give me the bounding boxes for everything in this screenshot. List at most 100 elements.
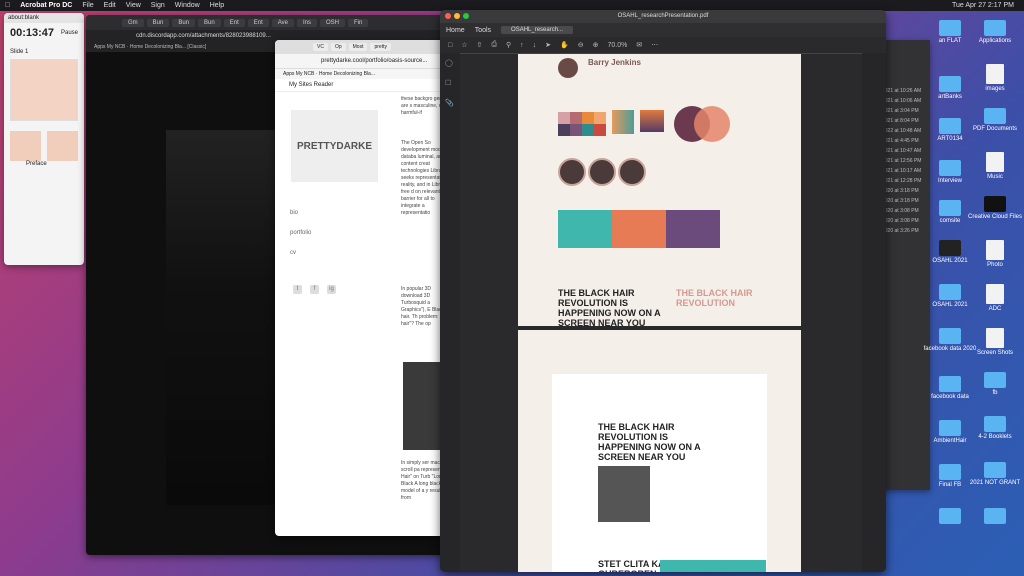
portrait-circle	[558, 158, 586, 186]
nav-bio[interactable]: bio	[290, 210, 298, 216]
slide-thumbnail[interactable]	[10, 131, 41, 161]
pdf-page: Barry Jenkins THE BLACK HAIR REVOLUTION …	[518, 54, 801, 328]
pdf-toolbar: □ ☆ ⇧ ⎙ ⚲ ↑ ↓ ➤ ✋ ⊖ ⊕ 70.0% ✉ ⋯	[440, 37, 886, 54]
menu-file[interactable]: File	[82, 2, 93, 9]
folder-icon[interactable]: OSAHL 2021	[920, 240, 980, 264]
browser-tab[interactable]: Ave	[271, 18, 294, 27]
browser-tab[interactable]: Bun	[146, 18, 170, 27]
minimize-button[interactable]	[454, 13, 460, 19]
slide-card	[552, 374, 767, 572]
pdf-page: THE BLACK HAIR REVOLUTION IS HAPPENING N…	[518, 330, 801, 572]
browser-tab[interactable]: Fin	[348, 18, 369, 27]
folder-icon[interactable]: facebook data	[920, 376, 980, 400]
right-tools-pane	[862, 53, 886, 572]
browser-tab[interactable]: OSH	[320, 18, 346, 27]
save-icon[interactable]: □	[448, 42, 452, 49]
bookmarks-bar[interactable]: Apps My NCB · Home Decolonizing Bla...	[275, 69, 447, 79]
portrait-circle	[588, 158, 616, 186]
bookmark-star-icon[interactable]: ☆	[461, 41, 467, 49]
browser-tab[interactable]: Bun	[198, 18, 221, 27]
browser-tab[interactable]: Most	[348, 43, 368, 51]
current-slide-thumbnail[interactable]	[10, 59, 78, 121]
home-tab[interactable]: Home	[446, 27, 465, 34]
folder-icon[interactable]: Interview	[920, 160, 980, 184]
page-up-icon[interactable]: ↑	[520, 42, 524, 49]
color-swatch	[594, 124, 606, 136]
attachments-icon[interactable]: 📎	[440, 93, 460, 113]
folder-icon[interactable]: comsite	[920, 200, 980, 224]
nav-portfolio[interactable]: portfolio	[290, 230, 311, 236]
print-icon[interactable]: ⎙	[491, 41, 497, 49]
folder-icon[interactable]	[920, 508, 980, 526]
address-bar[interactable]: prettydarke.cool/portfolio/oasis-source.…	[275, 54, 447, 69]
duotone-photo	[612, 210, 666, 248]
zoom-in-icon[interactable]: ⊕	[593, 41, 599, 49]
browser-tab[interactable]: Ent	[223, 18, 245, 27]
color-swatch	[594, 112, 606, 124]
twitter-icon[interactable]: t	[293, 285, 302, 294]
browser-tab[interactable]: Op	[330, 43, 346, 51]
hand-tool-icon[interactable]: ✋	[560, 41, 569, 49]
profile-photo	[558, 58, 578, 78]
menu-window[interactable]: Window	[175, 2, 200, 9]
folder-icon[interactable]: Final FB	[920, 464, 980, 488]
menu-help[interactable]: Help	[210, 2, 224, 9]
close-button[interactable]	[445, 13, 451, 19]
menubar-clock[interactable]: Tue Apr 27 2:17 PM	[952, 2, 1014, 9]
instagram-icon[interactable]: ig	[327, 285, 336, 294]
menu-view[interactable]: View	[126, 2, 141, 9]
menu-edit[interactable]: Edit	[104, 2, 116, 9]
app-menu[interactable]: Acrobat Pro DC	[20, 2, 72, 9]
slide-thumbnail[interactable]	[47, 131, 78, 161]
timer-title: about:blank	[4, 13, 84, 23]
comment-icon[interactable]: ✉	[636, 41, 642, 49]
folder-icon[interactable]: ART0134	[920, 118, 980, 142]
browser-tab[interactable]: Ins	[297, 18, 318, 27]
folder-icon[interactable]: artBanks	[920, 76, 980, 100]
browser-tab[interactable]: pretty	[370, 43, 391, 51]
color-swatch	[558, 124, 570, 136]
menu-sign[interactable]: Sign	[151, 2, 165, 9]
bookmarks-icon[interactable]: ☐	[440, 73, 460, 93]
folder-icon[interactable]: an FLAT	[920, 20, 980, 44]
folder-icon[interactable]: OSAHL 2021	[920, 284, 980, 308]
document-tab[interactable]: OSAHL_research...	[501, 26, 574, 34]
upload-icon[interactable]: ⇧	[477, 41, 483, 49]
tools-tab[interactable]: Tools	[475, 27, 491, 34]
color-swatch	[582, 124, 594, 136]
select-tool-icon[interactable]: ➤	[545, 41, 551, 49]
folder-icon[interactable]: AmbientHair	[920, 420, 980, 444]
facebook-icon[interactable]: f	[310, 285, 319, 294]
presenter-timer-window: about:blank 00:13:47 Pause Slide 1 Prefac…	[4, 13, 84, 265]
browser-tab[interactable]: VC	[313, 43, 328, 51]
browser-tab[interactable]: Ent	[247, 18, 269, 27]
search-icon[interactable]: ⚲	[506, 41, 511, 49]
zoom-out-icon[interactable]: ⊖	[578, 41, 584, 49]
color-swatch	[570, 124, 582, 136]
color-swatch	[570, 112, 582, 124]
zoom-level[interactable]: 70.0%	[607, 42, 627, 49]
archival-photo	[598, 466, 650, 522]
thumbnails-icon[interactable]: ◯	[440, 53, 460, 73]
document-title: OSAHL_researchPresentation.pdf	[617, 13, 709, 19]
folder-icon[interactable]: facebook data 2020	[920, 328, 980, 352]
tab-strip: Gm Bun Bun Bun Ent Ent Ave Ins OSH Fin	[86, 15, 446, 30]
tab-strip: VC Op Most pretty	[275, 40, 447, 54]
nav-cv[interactable]: cv	[290, 250, 296, 256]
window-titlebar: OSAHL_researchPresentation.pdf	[440, 10, 886, 23]
zoom-button[interactable]	[463, 13, 469, 19]
acrobat-window: OSAHL_researchPresentation.pdf Home Tool…	[440, 10, 886, 572]
browser-tab[interactable]: Bun	[172, 18, 196, 27]
duotone-photo	[666, 210, 720, 248]
site-logo[interactable]: PRETTYDARKE	[291, 110, 378, 182]
venn-circle	[694, 106, 730, 142]
apple-icon[interactable]: 	[5, 2, 10, 9]
browser-tab[interactable]: Gm	[122, 18, 144, 27]
page-down-icon[interactable]: ↓	[533, 42, 537, 49]
portrait-circle	[618, 158, 646, 186]
person-name: Barry Jenkins	[588, 58, 641, 67]
slide-headline: THE BLACK HAIR REVOLUTION IS HAPPENING N…	[598, 422, 701, 462]
pause-button[interactable]: Pause	[61, 30, 78, 36]
wp-admin-bar[interactable]: My Sites Reader	[275, 79, 447, 92]
more-icon[interactable]: ⋯	[651, 41, 658, 49]
